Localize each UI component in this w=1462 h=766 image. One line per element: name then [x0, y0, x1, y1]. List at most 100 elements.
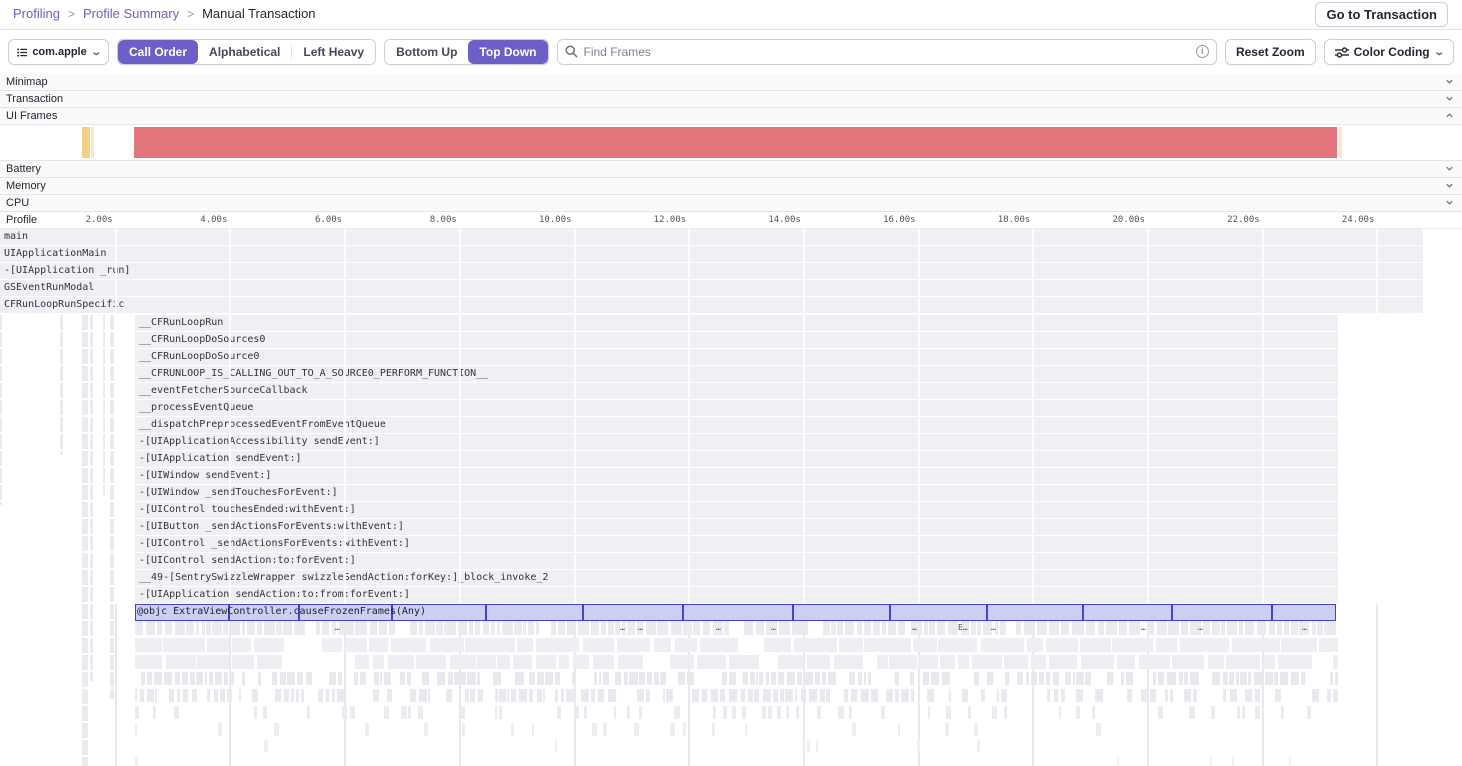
flame-frame[interactable]: [910, 672, 914, 685]
flame-frame[interactable]: [743, 672, 748, 685]
flame-frame[interactable]: [422, 672, 429, 685]
flame-frame[interactable]: __CFRunLoopRun: [135, 315, 1338, 331]
flame-frame[interactable]: [1333, 689, 1338, 702]
flame-frame[interactable]: [1001, 689, 1007, 702]
flame-frame[interactable]: [454, 672, 459, 685]
flame-frame[interactable]: -[UIApplication sendEvent:]: [135, 451, 1338, 467]
flame-frame[interactable]: [981, 689, 985, 702]
flame-frame[interactable]: [768, 706, 772, 719]
flame-frame[interactable]: [135, 689, 137, 702]
flame-frame[interactable]: [467, 672, 476, 685]
flame-frame[interactable]: [1289, 757, 1291, 766]
flame-frame[interactable]: [529, 689, 533, 702]
flame-frame[interactable]: [889, 655, 917, 669]
flame-frame[interactable]: [713, 706, 716, 719]
flame-frame[interactable]: [322, 621, 329, 635]
track-row-ui-frames[interactable]: UI Frames: [0, 108, 1462, 125]
flamegraph-canvas[interactable]: mainUIApplicationMain-[UIApplication _ru…: [0, 229, 1462, 766]
direction-bottom-up-button[interactable]: Bottom Up: [385, 40, 468, 64]
flame-frame[interactable]: [873, 621, 880, 635]
flame-frame[interactable]: [1189, 706, 1195, 719]
flame-frame[interactable]: [671, 621, 682, 635]
flame-frame[interactable]: [1026, 672, 1029, 685]
flame-frame[interactable]: [603, 672, 609, 685]
color-coding-dropdown[interactable]: Color Coding ⌄: [1324, 39, 1454, 65]
flame-frame[interactable]: [239, 689, 241, 702]
flame-frame[interactable]: [591, 689, 595, 702]
narrow-stack-column[interactable]: [60, 315, 63, 455]
flame-frame[interactable]: [135, 706, 139, 719]
flame-frame[interactable]: [898, 621, 905, 635]
flame-frame[interactable]: [940, 655, 955, 669]
selected-frame-segment[interactable]: [890, 604, 987, 621]
flame-frame[interactable]: [687, 672, 694, 685]
flame-frame[interactable]: [1172, 655, 1204, 669]
flame-frame[interactable]: [942, 672, 950, 685]
flame-frame[interactable]: [1149, 621, 1154, 635]
flame-frame[interactable]: [1072, 621, 1084, 635]
track-row-transaction[interactable]: Transaction: [0, 91, 1462, 108]
flame-frame[interactable]: [868, 672, 871, 685]
flame-frame[interactable]: [700, 638, 738, 652]
selected-frame-segment[interactable]: [486, 604, 583, 621]
flame-frame[interactable]: [307, 706, 310, 719]
flame-frame[interactable]: [461, 706, 465, 719]
flame-frame[interactable]: __49-[SentrySwizzleWrapper swizzleSendAc…: [135, 570, 1338, 586]
flame-frame[interactable]: [670, 655, 694, 669]
flame-frame[interactable]: [864, 621, 871, 635]
flame-frame[interactable]: [515, 672, 524, 685]
flame-frame[interactable]: [551, 621, 556, 635]
flame-frame[interactable]: -[UIApplicationAccessibility sendEvent:]: [135, 434, 1338, 450]
flame-frame[interactable]: [987, 672, 993, 685]
flame-frame[interactable]: [1319, 638, 1338, 652]
flame-frame[interactable]: [1119, 621, 1127, 635]
flame-frame[interactable]: -[UIWindow sendEvent:]: [135, 468, 1338, 484]
selected-frame-segment[interactable]: [583, 604, 683, 621]
flame-frame[interactable]: [877, 655, 888, 669]
flame-frame[interactable]: [901, 689, 909, 702]
flame-frame[interactable]: [529, 672, 535, 685]
flame-frame[interactable]: [1039, 672, 1044, 685]
flame-frame[interactable]: [502, 621, 513, 635]
flame-frame[interactable]: [1181, 621, 1188, 635]
flame-frame[interactable]: [338, 672, 342, 685]
flame-frame[interactable]: [196, 621, 199, 635]
flame-frame[interactable]: [756, 621, 764, 635]
flame-frame[interactable]: [163, 638, 205, 652]
flame-frame[interactable]: [557, 706, 561, 719]
flame-frame[interactable]: [141, 672, 145, 685]
flame-frame[interactable]: [1229, 672, 1234, 685]
direction-top-down-button[interactable]: Top Down: [468, 40, 547, 64]
flame-frame[interactable]: [166, 655, 196, 669]
flame-frame[interactable]: [593, 655, 614, 669]
flame-frame[interactable]: [369, 638, 388, 652]
flame-frame[interactable]: __CFRunLoopDoSources0: [135, 332, 1338, 348]
flame-frame[interactable]: [1307, 706, 1311, 719]
flame-frame[interactable]: [864, 672, 866, 685]
flame-frame[interactable]: [729, 655, 759, 669]
flame-frame[interactable]: [469, 621, 473, 635]
flame-frame[interactable]: [823, 621, 830, 635]
flame-frame[interactable]: [762, 706, 766, 719]
flame-frame[interactable]: [1208, 655, 1224, 669]
flame-frame[interactable]: [276, 621, 282, 635]
flame-frame[interactable]: [913, 638, 937, 652]
flame-frame[interactable]: [618, 655, 643, 669]
flame-frame[interactable]: [387, 689, 392, 702]
flame-frame[interactable]: [844, 689, 848, 702]
flame-frame[interactable]: [212, 621, 222, 635]
flame-frame[interactable]: [147, 689, 154, 702]
flame-frame[interactable]: [1061, 689, 1065, 702]
flame-frame[interactable]: [215, 672, 222, 685]
flame-frame[interactable]: [1193, 689, 1197, 702]
flame-frame[interactable]: [820, 689, 825, 702]
flame-frame[interactable]: [537, 672, 544, 685]
flame-frame[interactable]: [1324, 621, 1336, 635]
flame-frame[interactable]: [1277, 621, 1282, 635]
flame-frame[interactable]: [839, 638, 863, 652]
flame-frame[interactable]: [306, 672, 312, 685]
narrow-stack-column[interactable]: [103, 315, 105, 495]
flame-frame[interactable]: [639, 706, 642, 719]
flame-frame[interactable]: [666, 689, 673, 702]
flame-frame[interactable]: [263, 706, 267, 719]
